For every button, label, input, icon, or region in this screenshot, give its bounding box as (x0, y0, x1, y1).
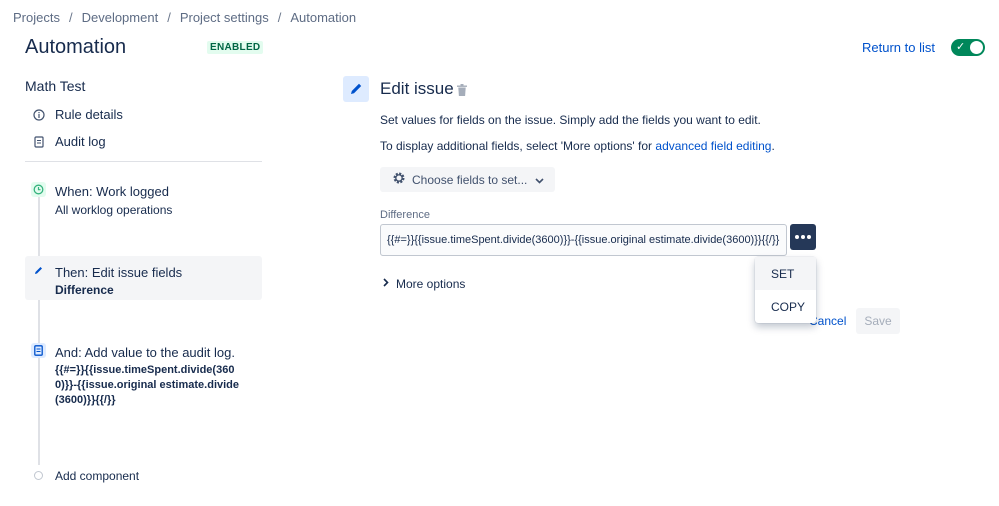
toggle-knob (970, 41, 983, 54)
check-icon: ✓ (956, 41, 966, 53)
choose-fields-label: Choose fields to set... (412, 172, 528, 187)
status-badge: ENABLED (207, 41, 264, 54)
step-title: And: Add value to the audit log. (55, 345, 235, 360)
component-title: Edit issue (380, 79, 454, 98)
advanced-field-editing-link[interactable]: advanced field editing (655, 139, 771, 153)
choose-fields-button[interactable]: Choose fields to set... (380, 167, 555, 192)
menu-item-copy[interactable]: COPY (755, 290, 816, 323)
menu-item-set[interactable]: SET (755, 257, 816, 290)
edit-issue-step[interactable]: Then: Edit issue fields Difference (25, 256, 262, 300)
chevron-down-icon (535, 173, 544, 187)
chevron-right-icon (383, 278, 389, 290)
dot-icon (807, 235, 811, 239)
add-component-label: Add component (55, 469, 140, 483)
dot-icon (795, 235, 799, 239)
breadcrumb-projects[interactable]: Projects (13, 10, 60, 25)
return-to-list-link[interactable]: Return to list (862, 40, 935, 55)
step-title: Then: Edit issue fields (55, 265, 183, 280)
trash-icon[interactable] (457, 83, 467, 96)
step-subtitle: {{#=}}{{issue.timeSpent.divide(3600)}}-{… (55, 364, 240, 406)
audit-log-step[interactable]: And: Add value to the audit log. {{#=}}{… (25, 340, 262, 430)
trigger-step[interactable]: When: Work logged All worklog operations (25, 179, 262, 223)
info-icon (33, 108, 45, 121)
clock-icon (31, 182, 46, 197)
rule-details-label: Rule details (55, 107, 123, 122)
breadcrumb-separator: / (167, 10, 171, 25)
audit-log-label: Audit log (55, 134, 106, 149)
more-actions-button[interactable] (790, 224, 816, 250)
pencil-icon (343, 76, 369, 102)
document-icon (31, 343, 46, 358)
more-options-toggle[interactable]: More options (383, 277, 465, 291)
page-title: Automation (25, 36, 127, 58)
description-text: Set values for fields on the issue. Simp… (380, 113, 761, 127)
advanced-editing-hint: To display additional fields, select 'Mo… (380, 139, 775, 153)
breadcrumb-separator: / (68, 10, 73, 25)
more-options-label: More options (396, 277, 466, 291)
dot-icon (801, 235, 805, 239)
breadcrumb-automation[interactable]: Automation (290, 10, 356, 25)
step-subtitle: All worklog operations (55, 203, 173, 217)
field-action-menu: SET COPY (755, 257, 816, 323)
difference-field-input[interactable] (380, 224, 787, 256)
gear-icon (392, 171, 406, 188)
breadcrumb-project-settings[interactable]: Project settings (180, 10, 269, 25)
pencil-icon (31, 263, 46, 278)
add-component-dot (34, 471, 43, 480)
breadcrumb-separator: / (277, 10, 282, 25)
step-subtitle: Difference (55, 283, 114, 297)
save-button[interactable]: Save (856, 308, 900, 334)
rule-details-link[interactable]: Rule details (33, 107, 123, 122)
document-icon (33, 135, 45, 148)
audit-log-link[interactable]: Audit log (33, 134, 106, 149)
breadcrumb: Projects / Development / Project settings / Au… (13, 10, 356, 25)
rule-enabled-toggle[interactable]: ✓ (951, 39, 985, 56)
step-title: When: Work logged (55, 184, 169, 199)
hint-suffix: . (771, 139, 775, 153)
difference-field-label: Difference (380, 209, 430, 221)
rule-name: Math Test (25, 78, 86, 94)
sidebar-divider (25, 161, 262, 162)
hint-prefix: To display additional fields, select 'Mo… (380, 139, 656, 153)
breadcrumb-development[interactable]: Development (82, 10, 159, 25)
